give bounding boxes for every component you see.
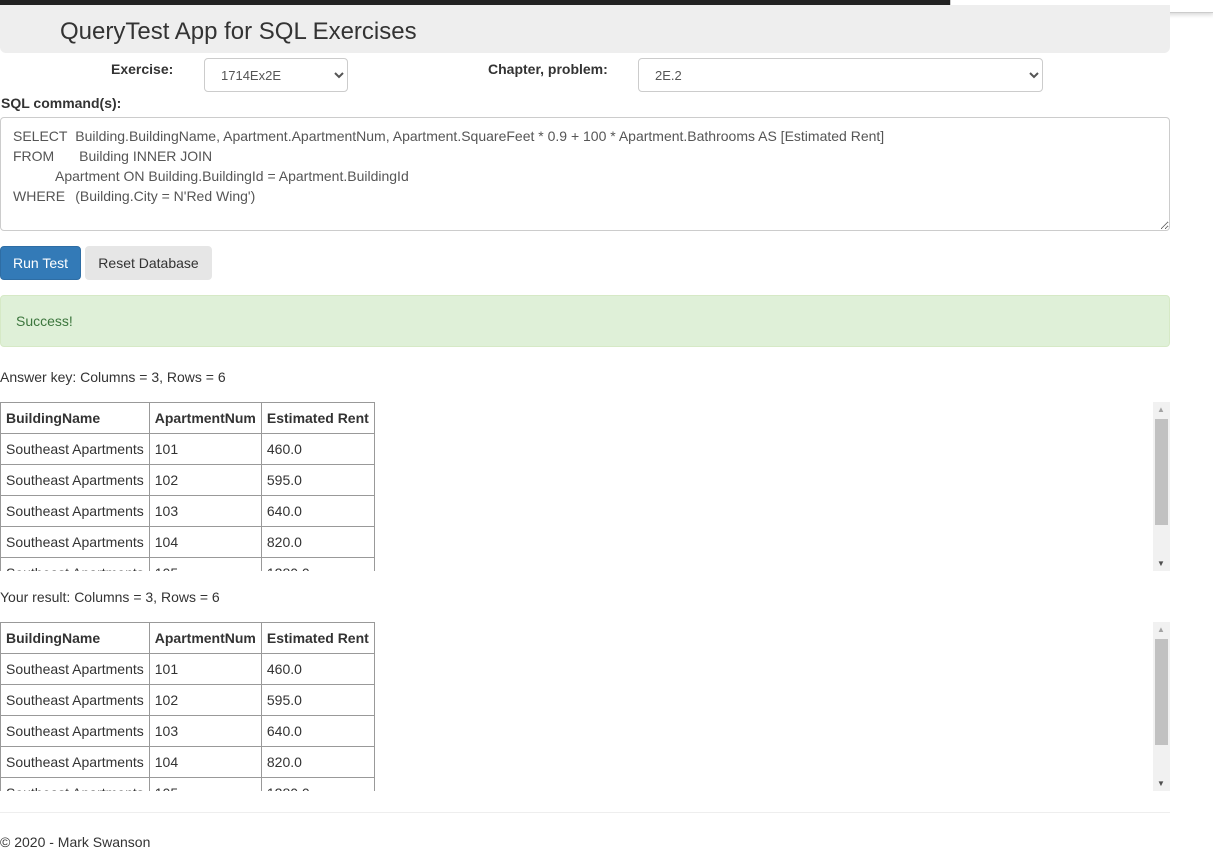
table-cell: Southeast Apartments (0, 557, 150, 571)
table-row: Southeast Apartments 104 820.0 (0, 526, 375, 558)
scrollbar-thumb[interactable] (1155, 419, 1168, 525)
table-row: Southeast Apartments 103 640.0 (0, 715, 375, 747)
footer-copyright: © 2020 - Mark Swanson (0, 834, 151, 850)
table-cell: Southeast Apartments (0, 433, 150, 465)
table-cell: Southeast Apartments (0, 715, 150, 747)
table-cell: 105 (148, 777, 262, 791)
table-cell: 102 (148, 684, 262, 716)
table-row: Southeast Apartments 101 460.0 (0, 433, 375, 465)
answer-key-table: BuildingName ApartmentNum Estimated Rent… (0, 402, 375, 571)
column-header: Estimated Rent (260, 622, 375, 654)
header-banner: QueryTest App for SQL Exercises (0, 5, 1170, 53)
table-cell: 820.0 (260, 746, 375, 778)
arrow-down-icon[interactable]: ▼ (1157, 559, 1165, 568)
table-cell: Southeast Apartments (0, 653, 150, 685)
table-cell: 102 (148, 464, 262, 496)
table-cell: 101 (148, 433, 262, 465)
column-header: ApartmentNum (148, 402, 262, 434)
your-result-table: BuildingName ApartmentNum Estimated Rent… (0, 622, 375, 791)
table-row: Southeast Apartments 101 460.0 (0, 653, 375, 685)
table-cell: 101 (148, 653, 262, 685)
your-result-caption: Your result: Columns = 3, Rows = 6 (0, 589, 220, 605)
column-header: Estimated Rent (260, 402, 375, 434)
arrow-up-icon[interactable]: ▲ (1157, 405, 1165, 414)
your-result-scrollbar[interactable]: ▲ ▼ (1153, 622, 1170, 791)
table-cell: 1280.0 (260, 557, 375, 571)
chapter-problem-select[interactable]: 2E.2 (638, 58, 1043, 92)
table-cell: 103 (148, 715, 262, 747)
table-cell: 104 (148, 746, 262, 778)
answer-key-scrollbar[interactable]: ▲ ▼ (1153, 402, 1170, 571)
table-cell: 104 (148, 526, 262, 558)
page-title: QueryTest App for SQL Exercises (60, 18, 417, 45)
arrow-up-icon[interactable]: ▲ (1157, 625, 1165, 634)
table-cell: Southeast Apartments (0, 526, 150, 558)
table-cell: Southeast Apartments (0, 495, 150, 527)
table-header-row: BuildingName ApartmentNum Estimated Rent (0, 402, 375, 434)
reset-database-button[interactable]: Reset Database (85, 246, 212, 280)
table-row: Southeast Apartments 102 595.0 (0, 464, 375, 496)
table-row: Southeast Apartments 105 1280.0 (0, 557, 375, 571)
table-cell: 105 (148, 557, 262, 571)
table-cell: 595.0 (260, 464, 375, 496)
sql-command-textarea[interactable]: SELECT Building.BuildingName, Apartment.… (0, 117, 1170, 231)
table-cell: 640.0 (260, 715, 375, 747)
table-cell: Southeast Apartments (0, 746, 150, 778)
table-row: Southeast Apartments 102 595.0 (0, 684, 375, 716)
table-cell: 460.0 (260, 653, 375, 685)
sql-commands-label: SQL command(s): (1, 95, 122, 111)
run-test-button[interactable]: Run Test (0, 246, 81, 280)
column-header: BuildingName (0, 622, 150, 654)
column-header: ApartmentNum (148, 622, 262, 654)
scrollbar-thumb[interactable] (1155, 639, 1168, 745)
chapter-problem-label: Chapter, problem: (488, 61, 608, 77)
your-result-table-container: BuildingName ApartmentNum Estimated Rent… (0, 622, 1170, 791)
table-cell: 640.0 (260, 495, 375, 527)
table-header-row: BuildingName ApartmentNum Estimated Rent (0, 622, 375, 654)
table-cell: 820.0 (260, 526, 375, 558)
answer-key-caption: Answer key: Columns = 3, Rows = 6 (0, 369, 226, 385)
table-cell: Southeast Apartments (0, 777, 150, 791)
table-cell: Southeast Apartments (0, 684, 150, 716)
table-cell: 460.0 (260, 433, 375, 465)
table-cell: 1280.0 (260, 777, 375, 791)
exercise-select[interactable]: 1714Ex2E (204, 58, 348, 92)
footer-divider (0, 812, 1170, 813)
answer-key-table-container: BuildingName ApartmentNum Estimated Rent… (0, 402, 1170, 571)
exercise-label: Exercise: (111, 61, 174, 77)
table-cell: 595.0 (260, 684, 375, 716)
table-row: Southeast Apartments 105 1280.0 (0, 777, 375, 791)
table-row: Southeast Apartments 103 640.0 (0, 495, 375, 527)
table-cell: Southeast Apartments (0, 464, 150, 496)
column-header: BuildingName (0, 402, 150, 434)
table-cell: 103 (148, 495, 262, 527)
arrow-down-icon[interactable]: ▼ (1157, 779, 1165, 788)
table-row: Southeast Apartments 104 820.0 (0, 746, 375, 778)
success-alert: Success! (0, 295, 1170, 347)
